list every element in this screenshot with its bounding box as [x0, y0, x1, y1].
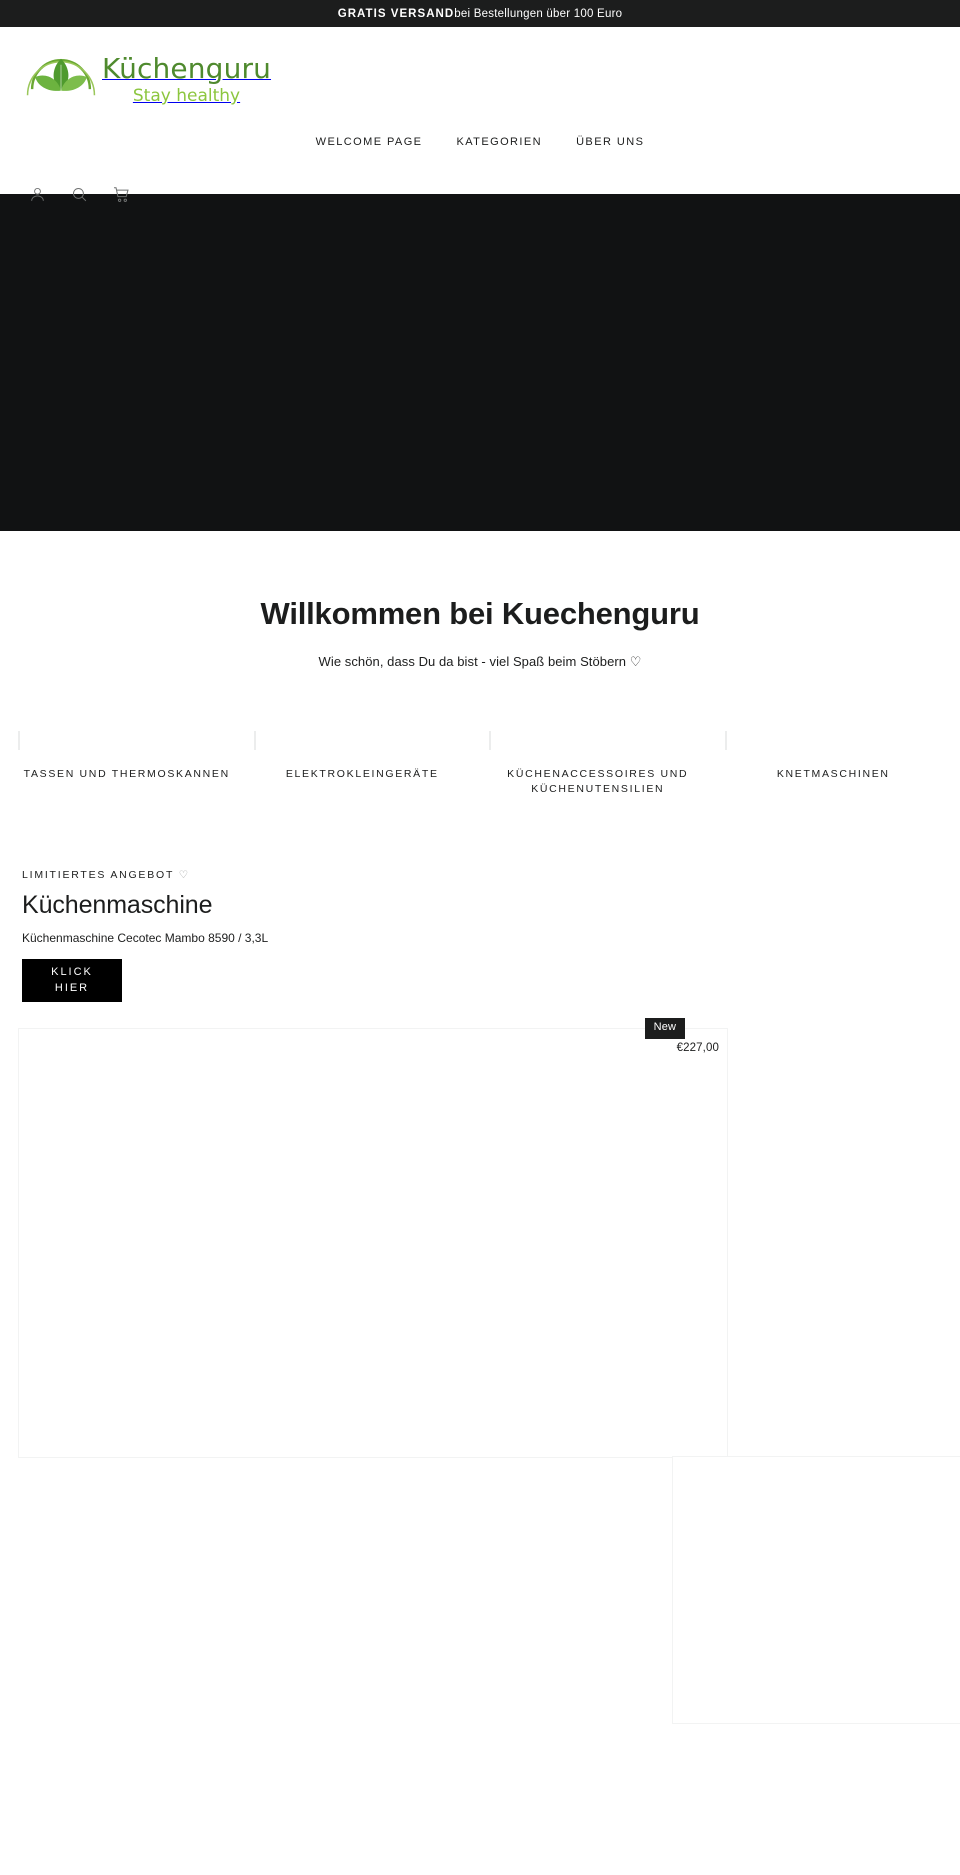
- account-icon[interactable]: [22, 179, 52, 209]
- site-logo[interactable]: Küchenguru Stay healthy: [22, 39, 271, 121]
- offer-description: Küchenmaschine Cecotec Mambo 8590 / 3,3L: [22, 931, 269, 946]
- announcement-bar: GRATIS VERSAND bei Bestellungen über 100…: [0, 0, 960, 27]
- welcome-subtitle: Wie schön, dass Du da bist - viel Spaß b…: [318, 654, 642, 669]
- offer-eyebrow-text: LIMITIERTES ANGEBOT: [22, 869, 174, 882]
- category-card-knetmaschinen[interactable]: KNETMASCHINEN: [724, 731, 943, 797]
- category-card-kuechenaccessoires[interactable]: KÜCHENACCESSOIRES UND KÜCHENUTENSILIEN: [489, 731, 707, 797]
- product-card[interactable]: New €227,00: [18, 1018, 728, 1459]
- cta-line-1: KLICK: [51, 966, 93, 978]
- site-header: Küchenguru Stay healthy WELCOME PAGE KAT…: [0, 27, 960, 202]
- category-label: TASSEN UND THERMOSKANNEN: [23, 768, 230, 780]
- nav-ueber-uns[interactable]: ÜBER UNS: [559, 132, 661, 152]
- offer-eyebrow: LIMITIERTES ANGEBOT ♡: [22, 869, 938, 881]
- category-thumbnail: [724, 731, 727, 750]
- product-card[interactable]: [672, 1456, 960, 1725]
- category-label: KÜCHENACCESSOIRES UND KÜCHENUTENSILIEN: [507, 768, 689, 796]
- heart-icon: ♡: [178, 869, 189, 882]
- cta-line-2: HIER: [54, 981, 90, 994]
- category-grid: TASSEN UND THERMOSKANNEN ELEKTROKLEINGER…: [0, 731, 960, 797]
- announcement-bold-text: GRATIS VERSAND: [337, 7, 455, 20]
- announcement-rest-text: bei Bestellungen über 100 Euro: [454, 7, 623, 20]
- nav-welcome-page[interactable]: WELCOME PAGE: [299, 132, 440, 152]
- nav-kategorien[interactable]: KATEGORIEN: [439, 132, 559, 152]
- logo-title: Küchenguru: [102, 52, 272, 85]
- product-price: €227,00: [676, 1042, 719, 1055]
- limited-offer-section: LIMITIERTES ANGEBOT ♡ Küchenmaschine Küc…: [0, 869, 960, 1003]
- logo-tagline: Stay healthy: [132, 86, 241, 106]
- category-label: KNETMASCHINEN: [776, 768, 890, 780]
- leaf-circle-logo-icon: [22, 42, 100, 118]
- category-thumbnail: [253, 731, 256, 750]
- cart-icon[interactable]: [106, 179, 136, 209]
- status-badge: New: [644, 1018, 685, 1039]
- search-icon[interactable]: [64, 179, 94, 209]
- main-navigation: WELCOME PAGE KATEGORIEN ÜBER UNS: [0, 132, 960, 152]
- product-grid: New €227,00: [0, 1018, 960, 1725]
- logo-text-block: Küchenguru Stay healthy: [102, 55, 271, 105]
- welcome-section: Willkommen bei Kuechenguru Wie schön, da…: [0, 531, 960, 670]
- header-icon-bar: [22, 179, 136, 209]
- category-label: ELEKTROKLEINGERÄTE: [285, 768, 439, 780]
- category-thumbnail: [489, 731, 491, 750]
- hero-banner[interactable]: [0, 194, 960, 531]
- klick-hier-button[interactable]: KLICK HIER: [22, 959, 122, 1003]
- category-thumbnail: [18, 731, 20, 750]
- page-title: Willkommen bei Kuechenguru: [260, 596, 700, 631]
- category-card-elektrokleingeraete[interactable]: ELEKTROKLEINGERÄTE: [253, 731, 472, 797]
- offer-title: Küchenmaschine: [22, 891, 213, 920]
- category-card-tassen-und-thermoskannen[interactable]: TASSEN UND THERMOSKANNEN: [18, 731, 236, 797]
